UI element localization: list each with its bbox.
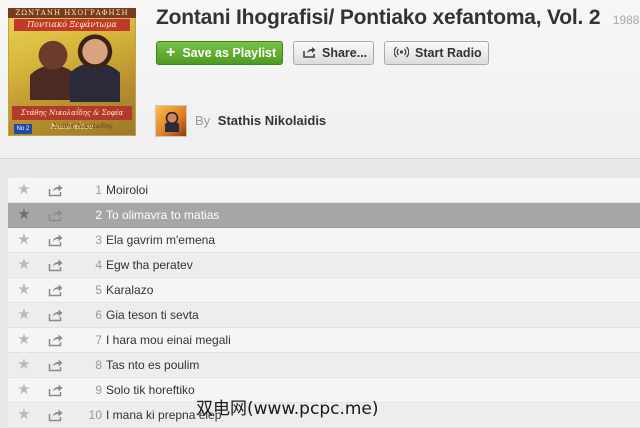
star-icon[interactable]: ★ <box>16 332 32 348</box>
share-track-icon[interactable] <box>48 333 64 347</box>
track-title[interactable]: Moiroloi <box>106 178 148 202</box>
star-icon[interactable]: ★ <box>16 182 32 198</box>
track-list: ★ 1 Moiroloi ★ 2 To olimavra to matias ★ 3 Ela g… <box>8 178 640 428</box>
star-icon[interactable]: ★ <box>16 407 32 423</box>
track-row[interactable]: ★ 8 Tas nto es poulim <box>8 353 640 378</box>
cover-artists: Στάθης Νικολαΐδης & Σοφία Νικολαΐδου <box>12 106 132 131</box>
track-title[interactable]: Karalazo <box>106 278 153 302</box>
track-row[interactable]: ★ 4 Egw tha peratev <box>8 253 640 278</box>
track-number: 4 <box>95 258 102 272</box>
track-row[interactable]: ★ 6 Gia teson ti sevta <box>8 303 640 328</box>
track-number: 9 <box>95 383 102 397</box>
broadcast-icon <box>393 46 410 60</box>
track-number: 6 <box>95 308 102 322</box>
share-track-icon[interactable] <box>48 183 64 197</box>
cover-top-band: ΖΩΝΤΑΝΗ ΗΧΟΓΡΑΦΗΣΗ <box>8 8 136 18</box>
share-track-icon[interactable] <box>48 383 64 397</box>
by-label: By <box>195 113 211 128</box>
track-row[interactable]: ★ 5 Karalazo <box>8 278 640 303</box>
track-row[interactable]: ★ 3 Ela gavrim m'emena <box>8 228 640 253</box>
start-radio-button[interactable]: Start Radio <box>384 41 489 65</box>
star-icon[interactable]: ★ <box>16 207 32 223</box>
plus-icon: + <box>166 44 176 61</box>
share-label: Share... <box>322 46 368 60</box>
save-as-playlist-button[interactable]: + Save as Playlist <box>156 41 283 65</box>
track-title[interactable]: Solo tik horeftiko <box>106 378 195 402</box>
share-track-icon[interactable] <box>48 258 64 272</box>
track-title[interactable]: Tas nto es poulim <box>106 353 199 377</box>
track-number: 2 <box>95 208 102 222</box>
track-number: 7 <box>95 333 102 347</box>
watermark-text: 双电网(www.pcpc.me) <box>196 399 379 419</box>
cover-tag: No 2 <box>14 124 32 134</box>
track-number: 1 <box>95 183 102 197</box>
share-track-icon[interactable] <box>48 233 64 247</box>
share-button[interactable]: Share... <box>293 41 374 65</box>
track-title[interactable]: I hara mou einai megali <box>106 328 231 352</box>
album-cover-image[interactable]: ΖΩΝΤΑΝΗ ΗΧΟΓΡΑΦΗΣΗ Ποντιακό Ξεφάντωμα Στ… <box>8 8 136 136</box>
album-header: ΖΩΝΤΑΝΗ ΗΧΟΓΡΑΦΗΣΗ Ποντιακό Ξεφάντωμα Στ… <box>0 0 640 159</box>
cover-sub: Στάθης Νικολαΐδης <box>52 123 113 130</box>
star-icon[interactable]: ★ <box>16 357 32 373</box>
track-number: 5 <box>95 283 102 297</box>
cover-title: Ποντιακό Ξεφάντωμα <box>14 19 130 31</box>
artist-byline: By Stathis Nikolaidis <box>195 113 326 128</box>
star-icon[interactable]: ★ <box>16 257 32 273</box>
track-number: 3 <box>95 233 102 247</box>
start-radio-label: Start Radio <box>415 46 482 60</box>
save-as-playlist-label: Save as Playlist <box>182 46 277 60</box>
cover-portrait-man <box>70 32 120 102</box>
share-track-icon[interactable] <box>48 408 64 422</box>
share-track-icon[interactable] <box>48 283 64 297</box>
track-row[interactable]: ★ 7 I hara mou einai megali <box>8 328 640 353</box>
star-icon[interactable]: ★ <box>16 282 32 298</box>
track-row[interactable]: ★ 2 To olimavra to matias <box>8 203 640 228</box>
share-track-icon[interactable] <box>48 308 64 322</box>
track-title[interactable]: Ela gavrim m'emena <box>106 228 215 252</box>
star-icon[interactable]: ★ <box>16 232 32 248</box>
track-number: 8 <box>95 358 102 372</box>
album-title-row: Zontani Ihografisi/ Pontiako xefantoma, … <box>156 6 639 36</box>
share-track-icon[interactable] <box>48 208 64 222</box>
track-number: 10 <box>88 408 102 422</box>
track-row[interactable]: ★ 1 Moiroloi <box>8 178 640 203</box>
share-track-icon[interactable] <box>48 358 64 372</box>
track-title[interactable]: Egw tha peratev <box>106 253 193 277</box>
artist-avatar[interactable] <box>156 106 186 136</box>
track-title[interactable]: Gia teson ti sevta <box>106 303 199 327</box>
star-icon[interactable]: ★ <box>16 307 32 323</box>
album-year: 1988 <box>612 13 640 27</box>
share-arrow-icon <box>303 46 316 60</box>
album-title: Zontani Ihografisi/ Pontiako xefantoma, … <box>156 6 601 29</box>
star-icon[interactable]: ★ <box>16 382 32 398</box>
artist-name-link[interactable]: Stathis Nikolaidis <box>218 113 326 128</box>
track-title[interactable]: To olimavra to matias <box>106 203 219 227</box>
